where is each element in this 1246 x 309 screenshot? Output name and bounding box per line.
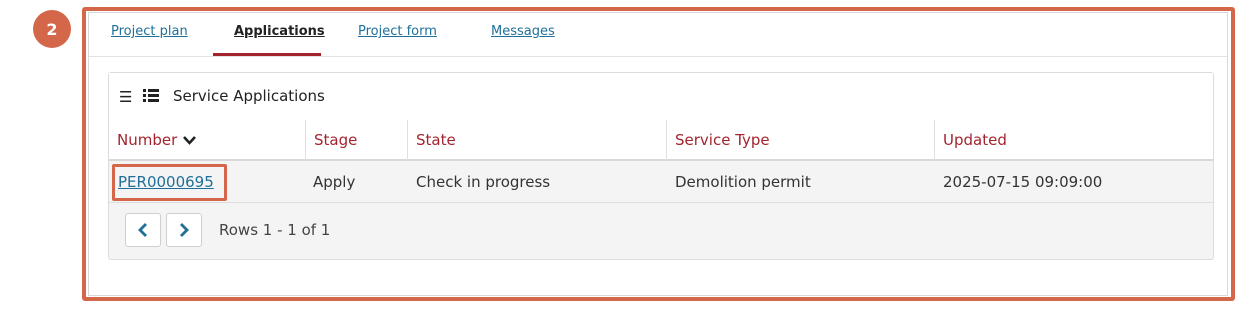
card-title: Service Applications [173, 87, 325, 105]
list-icon[interactable]: ☰ [119, 88, 132, 106]
project-panel: Project plan Applications Project form M… [88, 12, 1228, 296]
prev-page-button[interactable] [125, 213, 161, 247]
table-header-row: Number Stage State Service Type Updated [109, 120, 1213, 161]
pagination: Rows 1 - 1 of 1 [109, 204, 1213, 259]
cell-updated: 2025-07-15 09:09:00 [943, 173, 1103, 191]
rows-info: Rows 1 - 1 of 1 [219, 221, 331, 239]
tab-bar: Project plan Applications Project form M… [89, 13, 1227, 57]
tab-project-plan[interactable]: Project plan [111, 24, 188, 39]
column-header-state[interactable]: State [407, 120, 666, 161]
application-number-link[interactable]: PER0000695 [118, 162, 214, 203]
table-row: PER0000695 Apply Check in progress Demol… [109, 162, 1213, 203]
tab-applications[interactable]: Applications [234, 24, 325, 39]
column-header-service-type[interactable]: Service Type [666, 120, 934, 161]
next-page-button[interactable] [166, 213, 202, 247]
cell-state: Check in progress [416, 173, 551, 191]
step-badge: 2 [33, 10, 71, 48]
column-header-number[interactable]: Number [109, 120, 305, 161]
service-applications-card: ☰ Service Applications Number Stage Stat… [108, 72, 1214, 260]
bulleted-list-icon[interactable] [143, 88, 159, 106]
tab-project-form[interactable]: Project form [358, 24, 437, 39]
cell-stage: Apply [313, 173, 356, 191]
column-header-updated[interactable]: Updated [934, 120, 1215, 161]
active-tab-indicator [213, 53, 321, 56]
card-header: ☰ Service Applications [109, 73, 1213, 120]
chevron-left-icon [138, 223, 147, 237]
chevron-down-icon[interactable] [183, 121, 197, 162]
cell-service-type: Demolition permit [675, 173, 811, 191]
column-header-label: Number [117, 131, 178, 149]
chevron-right-icon [180, 223, 189, 237]
tab-messages[interactable]: Messages [491, 24, 555, 39]
column-header-stage[interactable]: Stage [305, 120, 407, 161]
